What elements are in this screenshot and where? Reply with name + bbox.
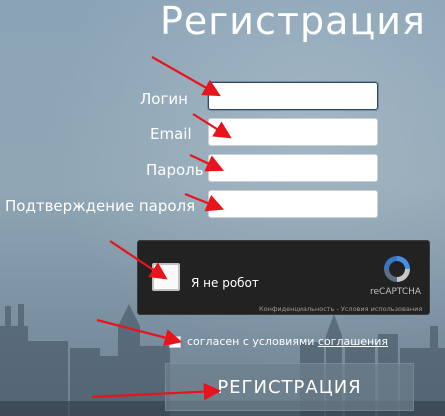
agree-label: согласен с условиями <box>187 335 318 348</box>
confirm-password-input[interactable] <box>208 190 378 218</box>
login-input[interactable] <box>208 82 378 110</box>
recaptcha-widget: Я не робот reCAPTCHA Конфиденциальность … <box>137 240 430 315</box>
recaptcha-checkbox[interactable] <box>152 263 180 291</box>
recaptcha-brand: reCAPTCHA <box>370 287 422 297</box>
recaptcha-label: Я не робот <box>191 276 259 290</box>
password-label: Пароль <box>146 161 204 179</box>
agree-text: согласен с условиями соглашения <box>187 335 388 348</box>
login-label: Логин <box>140 90 188 108</box>
agreement-link[interactable]: соглашения <box>318 335 388 348</box>
page-title: Регистрация <box>160 0 426 43</box>
recaptcha-terms-link[interactable]: Условия использования <box>341 305 422 313</box>
confirm-password-label: Подтверждение пароля <box>5 197 196 215</box>
password-input[interactable] <box>208 154 378 182</box>
agree-checkbox[interactable] <box>169 336 181 348</box>
recaptcha-logo-icon <box>384 256 410 282</box>
email-input[interactable] <box>208 118 378 146</box>
register-button[interactable]: РЕГИСТРАЦИЯ <box>165 363 414 411</box>
recaptcha-privacy-link[interactable]: Конфиденциальность <box>259 305 334 313</box>
recaptcha-links: Конфиденциальность - Условия использован… <box>259 305 422 313</box>
email-label: Email <box>150 125 192 143</box>
